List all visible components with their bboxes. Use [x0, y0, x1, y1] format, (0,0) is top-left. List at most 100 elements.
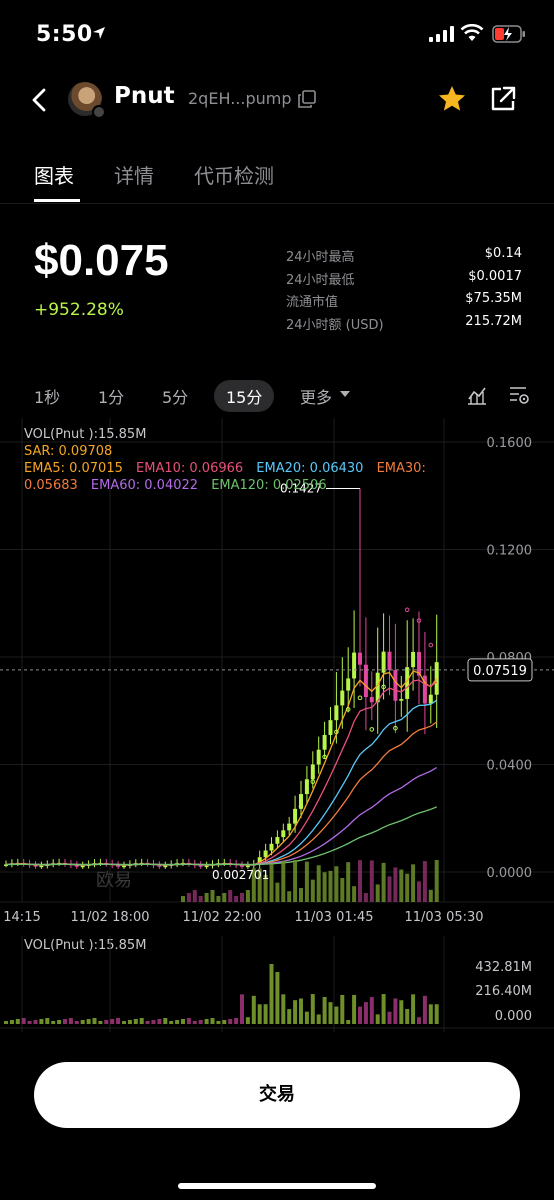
star-favorite-icon[interactable] — [437, 84, 467, 114]
volume-bar — [275, 972, 280, 1024]
volume-bar — [51, 1021, 56, 1024]
copy-icon[interactable] — [298, 90, 316, 108]
sar-dot — [357, 695, 363, 701]
volume-bar — [293, 1000, 298, 1024]
volume-bar — [393, 867, 398, 902]
volume-bar — [381, 994, 386, 1024]
candle-body — [428, 694, 433, 704]
sar-dot — [428, 642, 434, 648]
volume-bar — [222, 893, 227, 902]
status-time: 5:50 — [36, 22, 93, 47]
volume-bar — [240, 994, 244, 1024]
volume-bar — [216, 896, 221, 902]
volume-bar — [358, 860, 362, 902]
candle-body — [293, 808, 298, 824]
watermark-logo: 欧易 — [96, 870, 132, 891]
stat-value: 215.72M — [465, 313, 522, 329]
volume-bar — [434, 1004, 439, 1024]
interval-1s[interactable]: 1秒 — [34, 384, 60, 408]
volume-bar — [322, 872, 327, 902]
vol-tick-label: 216.40M — [475, 984, 532, 999]
volume-bar — [387, 1011, 392, 1024]
volume-bar — [375, 884, 380, 902]
interval-1m[interactable]: 1分 — [98, 384, 124, 408]
caret-down-icon — [340, 391, 350, 397]
candle-body — [245, 865, 250, 868]
volume-bar — [181, 896, 185, 902]
volume-bar — [281, 994, 286, 1024]
candle-body — [39, 865, 44, 868]
stat-label: 24小时最高 — [286, 250, 355, 265]
volume-bar — [175, 1020, 180, 1024]
volume-bar — [145, 1021, 150, 1024]
candle-body — [275, 837, 280, 844]
volume-bar — [334, 1006, 339, 1024]
volume-bar — [381, 862, 386, 902]
volume-bar — [340, 878, 345, 902]
interval-bar: 1秒 1分 5分 15分 更多 — [0, 378, 554, 414]
contract-address[interactable]: 2qEH...pump — [188, 89, 292, 108]
y-tick-label: 0.0400 — [487, 759, 533, 774]
current-price-label: 0.07519 — [473, 664, 527, 679]
x-tick-label: 11/03 05:30 — [404, 910, 483, 925]
candle-body — [393, 669, 398, 701]
tab-chart[interactable]: 图表 — [34, 160, 74, 189]
volume-bar — [328, 1002, 333, 1024]
volume-bar — [275, 882, 280, 902]
volume-bar — [422, 861, 427, 902]
ema-line — [6, 806, 437, 866]
volume-bar — [340, 994, 345, 1024]
stat-value: $0.0017 — [468, 268, 522, 284]
volume-bar — [163, 1018, 168, 1024]
volume-chart[interactable]: 432.81M 216.40M 0.000 — [0, 936, 554, 1032]
volume-bar — [393, 998, 398, 1024]
volume-bar — [110, 1019, 115, 1024]
volume-bar — [133, 1019, 138, 1024]
tab-details[interactable]: 详情 — [114, 160, 154, 189]
stat-label: 流通市值 — [286, 295, 339, 310]
candle-body — [322, 734, 327, 750]
x-tick-label: 14:15 — [3, 910, 40, 925]
ema-line — [5, 679, 438, 866]
volume-bar — [228, 890, 233, 902]
volume-bar — [417, 1017, 421, 1024]
volume-bar — [346, 862, 351, 902]
tab-token-check[interactable]: 代币检测 — [194, 160, 274, 189]
volume-bar — [257, 1004, 262, 1024]
candle-body — [387, 651, 392, 670]
candle-body — [434, 662, 439, 695]
volume-bar — [198, 896, 203, 902]
interval-more[interactable]: 更多 — [300, 384, 332, 408]
volume-bar — [169, 1021, 174, 1024]
y-tick-label: 0.0000 — [487, 866, 533, 881]
volume-bar — [216, 1021, 221, 1024]
cellular-signal-icon — [429, 26, 454, 42]
candle-body — [334, 705, 339, 721]
volume-bar — [316, 1014, 321, 1024]
candle-body — [304, 779, 309, 795]
stat-label: 24小时最低 — [286, 272, 355, 288]
volume-bar — [122, 1021, 126, 1024]
volume-bar — [428, 889, 433, 902]
volume-bar — [240, 893, 244, 902]
back-chevron-icon[interactable] — [28, 86, 52, 114]
interval-5m[interactable]: 5分 — [162, 384, 188, 408]
chart-settings-icon[interactable] — [508, 384, 530, 406]
interval-15m[interactable]: 15分 — [214, 380, 275, 412]
volume-bar — [417, 881, 421, 902]
volume-bar — [181, 1019, 185, 1024]
volume-bar — [63, 1019, 67, 1024]
share-external-icon[interactable] — [490, 86, 516, 112]
volume-bar — [4, 1021, 8, 1024]
candle-body — [281, 830, 286, 838]
volume-bar — [369, 997, 374, 1024]
volume-bar — [210, 1018, 215, 1024]
candlestick-chart[interactable]: 0.16000.12000.08000.04000.000014:1511/02… — [0, 418, 554, 938]
stats-panel: 24小时最高 $0.14 24小时最低 $0.0017 流通市值 $75.35M… — [286, 246, 522, 336]
nav-bar: Pnut 2qEH...pump — [0, 72, 554, 128]
chain-badge-icon — [92, 105, 106, 119]
volume-bar — [287, 891, 292, 902]
indicator-chart-icon[interactable] — [466, 384, 488, 406]
trade-button[interactable]: 交易 — [34, 1062, 520, 1128]
wifi-icon — [460, 24, 484, 41]
